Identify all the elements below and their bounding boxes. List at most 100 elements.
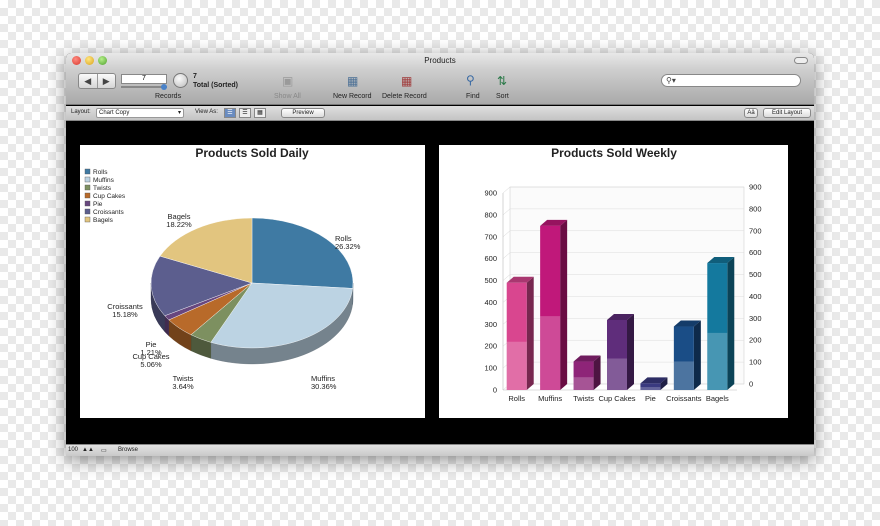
y-tick-left: 400 — [484, 298, 497, 307]
legend-swatch-muffins — [84, 176, 91, 183]
y-tick-left: 300 — [484, 320, 497, 329]
records-pie-icon — [173, 73, 188, 88]
y-tick-right: 100 — [749, 358, 762, 367]
bar-chart: Products Sold Weekly 0 0 100 100 200 200 300 300… — [484, 146, 762, 403]
find-button[interactable]: Find — [466, 93, 480, 100]
legend-label-pie: Pie — [93, 201, 103, 208]
legend-label-bagels: Bagels — [93, 217, 114, 224]
records-label: Records — [155, 93, 182, 100]
status-toolbar-icon[interactable]: ▭ — [101, 447, 107, 454]
next-record-icon[interactable]: ▶ — [98, 74, 116, 88]
y-tick-right: 500 — [749, 270, 762, 279]
bar-side-croissants — [693, 320, 701, 390]
pie-percent-croissants: 15.18% — [112, 310, 138, 319]
bar-highlight-rolls — [506, 341, 527, 390]
zoom-window-button[interactable] — [98, 56, 107, 65]
record-slider-knob[interactable] — [161, 84, 167, 90]
grid-diagonal — [502, 208, 511, 216]
title-bar: Products — [66, 53, 814, 69]
pie-chart: Products Sold Daily RollsMuffinsTwistsCup… — [84, 146, 361, 391]
close-window-button[interactable] — [72, 56, 81, 65]
app-window: Products ◀ ▶ 7 7 Total (Sorted) Records … — [66, 53, 814, 456]
legend-label-croissants: Croissants — [93, 209, 124, 216]
y-tick-left: 100 — [484, 364, 497, 373]
legend-label-muffins: Muffins — [93, 177, 115, 184]
edit-layout-button[interactable]: Edit Layout — [763, 108, 811, 118]
grid-diagonal — [502, 186, 511, 194]
minimize-window-button[interactable] — [85, 56, 94, 65]
previous-record-icon[interactable]: ◀ — [79, 74, 98, 88]
legend-swatch-rolls — [84, 168, 91, 175]
bar-highlight-croissants — [673, 361, 694, 390]
magnifier-icon: ⚲▾ — [666, 76, 676, 85]
pie-chart-title: Products Sold Daily — [195, 146, 309, 160]
show-all-button[interactable]: Show All — [274, 93, 301, 100]
y-tick-right: 0 — [749, 380, 753, 389]
form-view-icon[interactable]: ☰ — [224, 108, 236, 118]
sort-icon[interactable]: ⇅ — [497, 74, 507, 88]
show-all-icon[interactable]: ▣ — [282, 74, 293, 88]
record-navigator[interactable]: ◀ ▶ — [78, 73, 116, 89]
window-title: Products — [424, 56, 456, 65]
toolbar-toggle-button[interactable] — [794, 57, 808, 64]
zoom-level[interactable]: 100 — [68, 447, 78, 453]
y-tick-left: 900 — [484, 189, 497, 198]
layout-select-value: Chart Copy — [99, 110, 130, 116]
delete-record-button[interactable]: Delete Record — [382, 93, 427, 100]
y-tick-right: 400 — [749, 292, 762, 301]
y-tick-right: 200 — [749, 336, 762, 345]
y-tick-left: 700 — [484, 232, 497, 241]
preview-button[interactable]: Preview — [281, 108, 325, 118]
bar-side-cup-cakes — [627, 313, 634, 390]
pie-percent-cup-cakes: 5.06% — [140, 360, 162, 369]
layout-bar: Layout: Chart Copy ▾ View As: ☰ ☰ ▦ Prev… — [66, 106, 814, 121]
bar-chart-title: Products Sold Weekly — [551, 146, 677, 160]
layout-select[interactable]: Chart Copy ▾ — [96, 108, 184, 118]
legend-swatch-pie — [84, 200, 91, 207]
pie-percent-rolls: 26.32% — [335, 242, 361, 251]
bar-highlight-bagels — [707, 332, 728, 390]
bar-bagels — [707, 257, 735, 390]
x-tick-rolls: Rolls — [508, 394, 525, 403]
sort-button[interactable]: Sort — [496, 93, 509, 100]
layout-label: Layout: — [71, 109, 91, 115]
grid-diagonal — [502, 252, 511, 259]
legend-swatch-twists — [84, 184, 91, 191]
pie-percent-bagels: 18.22% — [166, 220, 192, 229]
bar-muffins — [540, 219, 568, 390]
x-tick-muffins: Muffins — [538, 394, 562, 403]
mode-label: Browse — [118, 447, 139, 453]
y-tick-left: 800 — [484, 210, 497, 219]
x-tick-croissants: Croissants — [666, 394, 702, 403]
grid-diagonal — [502, 274, 511, 281]
text-format-button[interactable]: Aâ — [744, 108, 758, 118]
legend-swatch-croissants — [84, 208, 91, 215]
bar-highlight-cup-cakes — [607, 358, 627, 390]
bar-croissants — [673, 320, 701, 390]
new-record-button[interactable]: New Record — [333, 93, 372, 100]
total-label: Total (Sorted) — [193, 82, 238, 89]
pie-percent-twists: 3.64% — [172, 382, 194, 391]
y-tick-left: 500 — [484, 276, 497, 285]
new-record-icon[interactable]: ▦ — [347, 74, 358, 88]
chevron-down-icon: ▾ — [177, 110, 181, 116]
table-view-icon[interactable]: ▦ — [254, 108, 266, 118]
x-tick-bagels: Bagels — [706, 394, 729, 403]
search-input[interactable]: ⚲▾ — [661, 74, 801, 87]
y-tick-right: 600 — [749, 248, 762, 257]
toolbar: ◀ ▶ 7 7 Total (Sorted) Records ▣ Show Al… — [66, 69, 814, 105]
y-tick-left: 0 — [493, 386, 497, 395]
legend-swatch-bagels — [84, 216, 91, 223]
y-tick-right: 300 — [749, 314, 762, 323]
record-number-field[interactable]: 7 — [121, 74, 167, 84]
bar-highlight-muffins — [540, 316, 561, 390]
zoom-icon[interactable]: ▲▲ — [82, 447, 94, 453]
y-tick-left: 600 — [484, 254, 497, 263]
y-tick-right: 700 — [749, 226, 762, 235]
bar-side-twists — [593, 355, 601, 390]
list-view-icon[interactable]: ☰ — [239, 108, 251, 118]
find-icon[interactable]: ⚲ — [466, 73, 475, 87]
delete-record-icon[interactable]: ▦ — [401, 74, 412, 88]
view-as-label: View As: — [195, 109, 218, 115]
y-tick-right: 900 — [749, 183, 762, 192]
